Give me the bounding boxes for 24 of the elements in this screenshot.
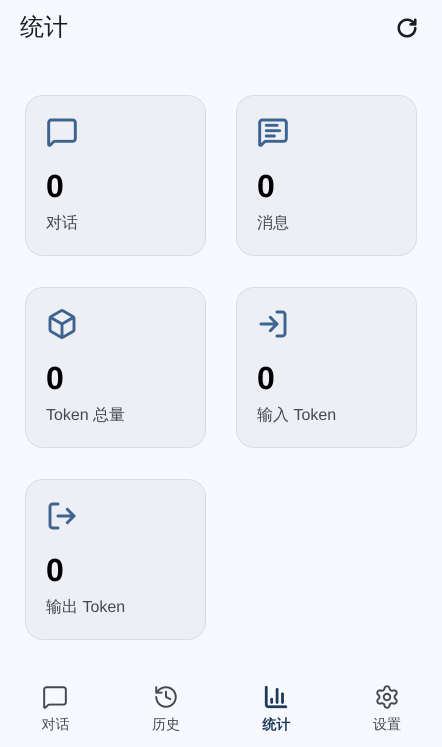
settings-icon xyxy=(374,684,400,710)
cube-icon xyxy=(46,308,78,340)
stat-label: 消息 xyxy=(257,214,289,234)
nav-tab[interactable]: 统计 xyxy=(221,679,332,739)
stat-value: 0 xyxy=(46,554,64,586)
chat-bubble-icon xyxy=(42,684,68,710)
chat-bubble-icon xyxy=(46,116,78,148)
nav-tab[interactable]: 设置 xyxy=(332,679,442,739)
stat-label: Token 总量 xyxy=(46,406,126,426)
stat-value: 0 xyxy=(257,170,275,202)
enter-icon xyxy=(257,308,289,340)
stat-label: 输入 Token xyxy=(257,406,336,426)
message-lines-icon xyxy=(257,116,289,148)
stat-label: 输出 Token xyxy=(46,598,126,618)
bar-chart-icon xyxy=(263,684,290,710)
stat-value: 0 xyxy=(257,362,275,394)
stat-value: 0 xyxy=(46,362,64,394)
nav-tab[interactable]: 历史 xyxy=(110,679,221,739)
stat-label: 对话 xyxy=(46,214,78,234)
exit-icon xyxy=(46,500,78,532)
stat-value: 0 xyxy=(46,170,64,202)
history-icon xyxy=(152,684,179,710)
page-title: 统计 xyxy=(20,12,68,42)
nav-tab[interactable]: 对话 xyxy=(0,679,110,739)
